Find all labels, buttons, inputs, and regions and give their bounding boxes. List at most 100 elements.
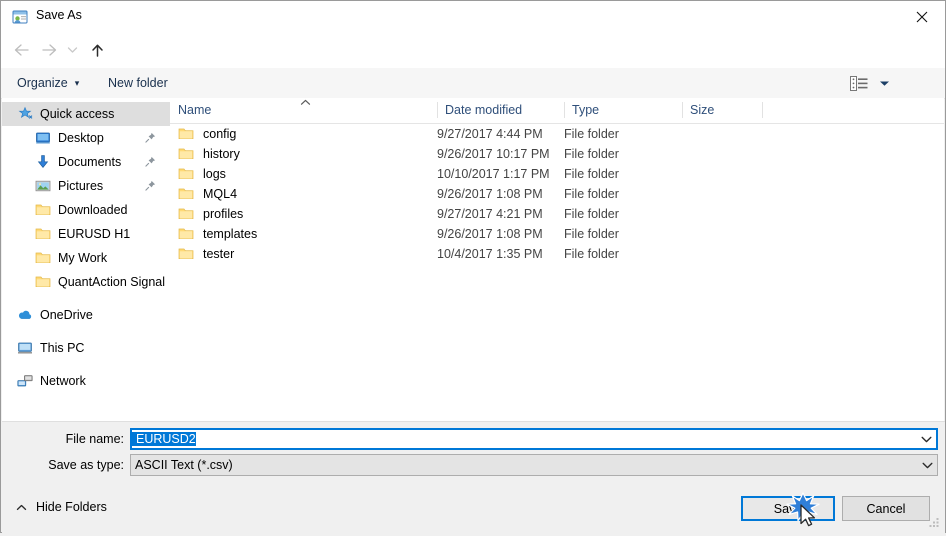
sidebar-item-this-pc[interactable]: This PC [2,336,170,360]
table-row[interactable]: config 9/27/2017 4:44 PM File folder [170,124,944,144]
folder-icon [178,148,194,159]
window-title: Save As [36,8,82,22]
folder-icon [178,246,194,262]
folder-icon [35,228,51,239]
table-row[interactable]: MQL4 9/26/2017 1:08 PM File folder [170,184,944,204]
pin-icon[interactable] [145,156,156,167]
chevron-up-icon [16,504,27,510]
this-pc-icon [18,342,32,354]
folder-icon [178,128,194,139]
table-row[interactable]: profiles 9/27/2017 4:21 PM File folder [170,204,944,224]
table-row[interactable]: history 9/26/2017 10:17 PM File folder [170,144,944,164]
chevron-down-icon [921,436,931,442]
file-name-cell: tester [170,246,437,262]
pin-button[interactable] [145,180,156,194]
file-date-cell: 9/26/2017 1:08 PM [437,187,543,201]
forward-button[interactable] [37,38,61,62]
recent-locations-button[interactable] [63,38,81,62]
quick-access-star-icon [18,106,33,119]
organize-label: Organize [17,76,68,90]
sidebar-item-documents[interactable]: Documents [2,150,170,174]
sidebar-item-label: Documents [58,155,122,169]
column-header-row: Name Date modified Type Size [170,98,944,124]
sidebar-item-quantaction-signal[interactable]: QuantAction Signal [2,270,170,294]
file-list-pane[interactable]: Name Date modified Type Size config 9/27/… [170,98,944,421]
file-name-value[interactable]: EURUSD2 [132,432,196,446]
sidebar-item-label: This PC [40,341,85,355]
table-row[interactable]: tester 10/4/2017 1:35 PM File folder [170,244,944,264]
back-button[interactable] [9,38,33,62]
file-date-cell: 9/26/2017 1:08 PM [437,227,543,241]
column-header-size[interactable]: Size [682,98,762,122]
sidebar-item-onedrive[interactable]: OneDrive [2,303,170,327]
file-type-cell: File folder [564,207,619,221]
file-name-cell: logs [170,166,437,182]
file-date-cell: 10/10/2017 1:17 PM [437,167,550,181]
sidebar-item-list: Quick access Desktop Documents Pictures Down… [2,102,170,393]
column-header-date-modified[interactable]: Date modified [437,98,564,122]
save-as-type-field[interactable]: ASCII Text (*.csv) [130,454,938,476]
cancel-button-label: Cancel [866,501,906,516]
folder-icon [178,188,194,199]
file-name-cell: history [170,146,437,162]
up-button[interactable] [85,38,109,62]
file-type-cell: File folder [564,147,619,161]
documents-download-icon [37,155,49,168]
column-header-name[interactable]: Name [170,98,437,122]
folder-icon [178,168,194,179]
pin-icon[interactable] [145,180,156,191]
pin-icon[interactable] [145,132,156,143]
onedrive-cloud-icon [18,310,32,319]
this-pc-icon [15,339,35,357]
column-header-date-label: Date modified [445,103,523,117]
folder-icon [178,208,194,219]
sidebar-item-pictures[interactable]: Pictures [2,174,170,198]
resize-grip-icon[interactable] [929,515,941,530]
chevron-down-icon [880,81,889,86]
sort-ascending-icon [300,99,311,105]
pin-button[interactable] [145,156,156,170]
desktop-monitor-icon [33,129,53,147]
sidebar-item-desktop[interactable]: Desktop [2,126,170,150]
sidebar-item-my-work[interactable]: My Work [2,246,170,270]
hide-folders-button[interactable]: Hide Folders [16,500,107,514]
folder-icon [33,225,53,243]
cancel-button[interactable]: Cancel [842,496,930,521]
navigation-bar: « Roaming › MetaQuotes › Terminal › 9155… [1,32,945,92]
change-view-button[interactable] [850,73,890,93]
folder-icon [33,249,53,267]
save-as-app-icon [12,9,28,25]
sidebar-item-label: EURUSD H1 [58,227,131,241]
documents-download-icon [33,153,53,171]
navigation-sidebar[interactable]: Quick access Desktop Documents Pictures Down… [2,98,171,421]
table-row[interactable]: logs 10/10/2017 1:17 PM File folder [170,164,944,184]
onedrive-cloud-icon [15,306,35,324]
file-date-cell: 9/27/2017 4:21 PM [437,207,543,221]
save-button[interactable]: Save [741,496,835,521]
dialog-footer: Hide Folders Save Cancel [2,491,945,533]
column-divider[interactable] [762,102,763,118]
file-type-cell: File folder [564,167,619,181]
sidebar-item-network[interactable]: Network [2,369,170,393]
folder-icon [35,252,51,263]
file-name-dropdown-button[interactable] [916,436,936,443]
network-icon [17,375,33,387]
column-header-type[interactable]: Type [564,98,682,122]
close-button[interactable] [899,1,945,32]
file-name-text: MQL4 [203,187,238,201]
organize-button[interactable]: Organize ▾ [17,74,79,92]
file-type-cell: File folder [564,187,619,201]
pictures-icon [33,177,53,195]
pin-button[interactable] [145,132,156,146]
save-as-type-dropdown-button[interactable] [917,462,937,469]
sidebar-item-downloaded[interactable]: Downloaded [2,198,170,222]
chevron-down-icon: ▾ [74,77,80,88]
command-toolbar: Organize ▾ New folder ? [1,68,945,159]
table-row[interactable]: templates 9/26/2017 1:08 PM File folder [170,224,944,244]
sidebar-item-eurusd-h1[interactable]: EURUSD H1 [2,222,170,246]
file-name-field[interactable]: EURUSD2 [130,428,938,450]
new-folder-button[interactable]: New folder [108,74,168,92]
sidebar-item-quick-access[interactable]: Quick access [2,102,170,126]
